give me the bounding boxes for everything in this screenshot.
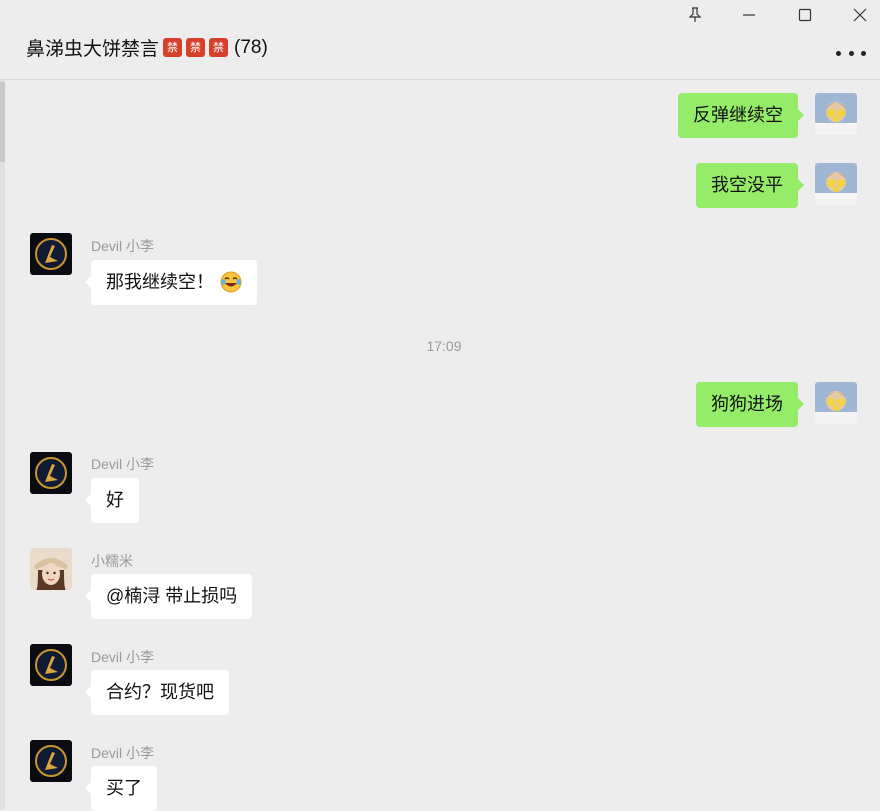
sender-name: 小糯米 — [91, 553, 133, 569]
message-text: 那我继续空！ — [106, 272, 214, 292]
close-icon — [853, 8, 867, 22]
more-icon-dot — [836, 50, 841, 56]
sender-name: Devil 小李 — [91, 649, 155, 665]
ban-emoji-icon: 禁 — [186, 38, 206, 57]
close-button[interactable] — [849, 4, 871, 26]
my-avatar[interactable] — [815, 382, 857, 424]
maximize-icon — [798, 8, 812, 22]
message-bubble-outgoing[interactable]: 反弹继续空 — [678, 93, 804, 138]
maximize-button[interactable] — [794, 4, 816, 26]
devil-avatar[interactable] — [30, 644, 72, 686]
scrollbar-track[interactable] — [0, 80, 5, 809]
pin-button[interactable] — [684, 4, 706, 26]
my-avatar[interactable] — [815, 93, 857, 135]
message-bubble-incoming[interactable]: @楠浔 带止损吗 — [84, 574, 253, 619]
laughing-tears-emoji-icon — [220, 271, 242, 293]
devil-avatar[interactable] — [30, 233, 72, 275]
chat-title: 鼻涕虫大饼禁言 禁 禁 禁 (78) — [26, 34, 268, 61]
message-bubble-incoming[interactable]: 好 — [85, 478, 139, 523]
message-bubble-incoming[interactable]: 买了 — [85, 766, 157, 811]
more-icon-dot — [861, 50, 866, 56]
devil-avatar[interactable] — [30, 740, 72, 782]
sender-name: Devil 小李 — [91, 456, 155, 472]
more-icon-dot — [848, 50, 854, 56]
member-count: (78) — [234, 36, 268, 58]
scrollbar-thumb[interactable] — [0, 82, 5, 162]
message-bubble-incoming[interactable]: 那我继续空！ — [85, 260, 257, 305]
more-options-button[interactable] — [836, 43, 866, 63]
message-bubble-outgoing[interactable]: 狗狗进场 — [696, 382, 804, 427]
minimize-icon — [743, 14, 755, 16]
minimize-button[interactable] — [738, 4, 760, 26]
pin-icon — [688, 7, 702, 22]
ban-emoji-icon: 禁 — [163, 38, 183, 57]
devil-avatar[interactable] — [30, 452, 72, 494]
xiaonuomi-avatar[interactable] — [30, 548, 72, 590]
message-timestamp: 17:09 — [426, 338, 462, 354]
message-bubble-outgoing[interactable]: 我空没平 — [696, 163, 804, 208]
message-bubble-incoming[interactable]: 合约？现货吧 — [85, 670, 229, 715]
my-avatar[interactable] — [815, 163, 857, 205]
title-bar: 鼻涕虫大饼禁言 禁 禁 禁 (78) — [0, 0, 880, 80]
sender-name: Devil 小李 — [91, 238, 155, 254]
chat-title-text: 鼻涕虫大饼禁言 — [26, 39, 160, 60]
ban-emoji-icon: 禁 — [209, 38, 229, 57]
sender-name: Devil 小李 — [91, 745, 155, 761]
